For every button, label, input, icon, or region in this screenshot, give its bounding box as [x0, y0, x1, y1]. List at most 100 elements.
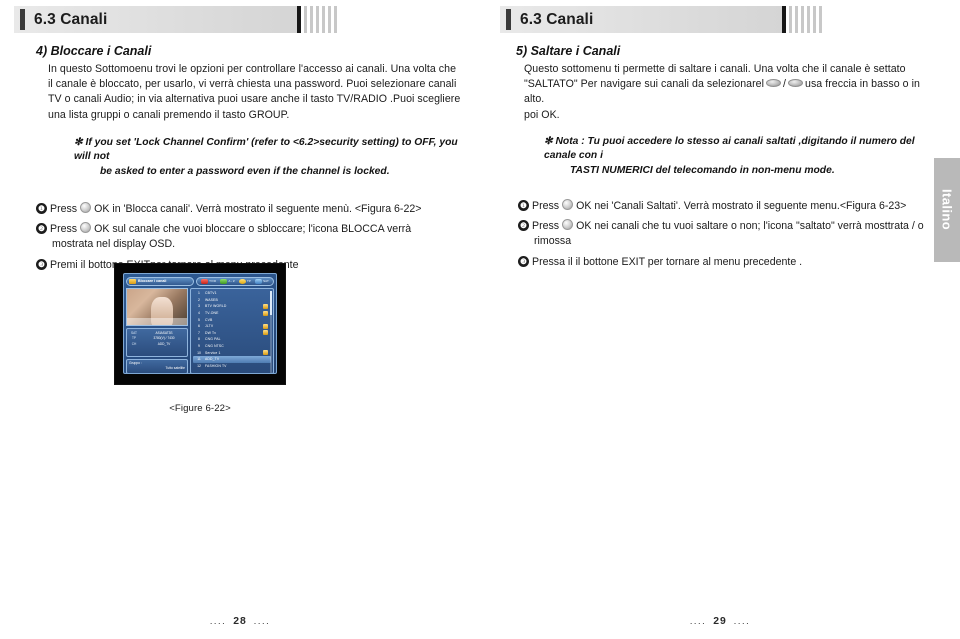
- channel-number: 8: [198, 337, 200, 342]
- channel-name: ADD_TV: [205, 357, 220, 362]
- channel-row[interactable]: 5 CVB: [193, 316, 271, 323]
- manual-page-spread: 6.3 Canali 4) Bloccare i Canali In quest…: [0, 0, 960, 639]
- header-accent-bar: [506, 9, 511, 30]
- lock-icon: [263, 357, 268, 362]
- green-key-icon: [220, 278, 228, 284]
- step-1-pre: Press: [50, 202, 78, 215]
- blue-key-icon: [255, 278, 263, 284]
- footer-dots-left: ....: [209, 616, 227, 626]
- channel-row[interactable]: 7 DW Tv: [193, 330, 271, 337]
- right-step-list: ❶ Press OK nei 'Canali Saltati'. Verrà mos…: [518, 198, 940, 271]
- step-2-continuation: mostrata nel display OSD.: [52, 238, 176, 251]
- left-note-line1: ✻ If you set 'Lock Channel Confirm' (ref…: [74, 136, 458, 163]
- channel-name: CBTV1: [205, 291, 217, 296]
- step-number-2: ❷: [518, 220, 529, 231]
- channel-name: BTV WORLD: [205, 304, 227, 309]
- channel-number: 2: [198, 297, 200, 302]
- channel-number: 3: [198, 304, 200, 309]
- channel-number: 12: [197, 363, 201, 368]
- lock-icon: [263, 323, 268, 329]
- step-1-text: OK nei 'Canali Saltati'. Verrà mostrato …: [576, 199, 907, 212]
- info-value-ch: ADD_TV: [157, 341, 171, 346]
- lock-icon: [263, 310, 268, 316]
- red-key-icon: [201, 278, 209, 284]
- channel-row[interactable]: 8 CNG PAL: [193, 336, 271, 343]
- step-1-text: OK in 'Blocca canali'. Verrà mostrato il…: [94, 202, 422, 215]
- left-header-stripe-pattern: [297, 6, 340, 33]
- channel-row[interactable]: 4 TV-ONE: [193, 310, 271, 317]
- lock-icon: [263, 344, 268, 349]
- step-number-1: ❶: [36, 202, 47, 214]
- right-step-2: ❷ Press OK nei canali che tu vuoi saltare …: [518, 219, 940, 250]
- channel-row[interactable]: 2 WASEB: [193, 297, 271, 304]
- left-osd-title: Bloccare i canali: [126, 276, 194, 286]
- right-body: 5) Saltare i Canali Questo sottomenu ti …: [480, 44, 960, 270]
- channel-name: CNG PAL: [205, 337, 221, 342]
- right-note-line1: ✻ Nota : Tu puoi accedere lo stesso ai c…: [544, 135, 915, 162]
- yellow-key-icon: [239, 278, 246, 284]
- step-number-3: ❸: [36, 258, 47, 270]
- left-osd-title-text: Bloccare i canali: [138, 279, 167, 283]
- left-note: ✻ If you set 'Lock Channel Confirm' (ref…: [74, 136, 462, 180]
- channel-row[interactable]: 3 BTV WORLD: [193, 303, 271, 310]
- left-video-preview: [126, 288, 188, 326]
- channel-number: 7: [198, 330, 200, 335]
- ok-button-icon: [80, 222, 92, 233]
- right-note: ✻ Nota : Tu puoi accedere lo stesso ai c…: [544, 135, 940, 179]
- step-2-pre: Press: [532, 220, 560, 232]
- footer-dots-right: ....: [253, 616, 271, 626]
- left-channel-list[interactable]: 1 CBTV1 2 WASEB 3 BTV WORLD 4 TV-ONE 5 CVB 6J…: [190, 288, 274, 373]
- lock-icon: [263, 350, 268, 356]
- left-page: 6.3 Canali 4) Bloccare i Canali In quest…: [0, 0, 480, 639]
- right-page-header: 6.3 Canali: [500, 6, 825, 33]
- left-note-line2: be asked to enter a password even if the…: [100, 166, 390, 177]
- channel-number: 5: [198, 317, 200, 322]
- ok-button-icon: [562, 219, 574, 230]
- channel-row[interactable]: 12 FASHION TV: [193, 363, 271, 370]
- right-section-title: 5) Saltare i Canali: [516, 44, 621, 58]
- left-step-2: ❷ Press OK sul canale che vuoi bloccare o …: [36, 222, 462, 253]
- left-page-footer: .... 28....: [0, 615, 480, 627]
- right-para-part4: poi OK.: [524, 108, 560, 121]
- footer-dots-left: ....: [689, 616, 707, 626]
- right-note-line2: TASTI NUMERICI del telecomando in non-me…: [570, 165, 835, 176]
- left-body: 4) Bloccare i Canali In questo Sottomoen…: [0, 44, 480, 273]
- red-key-label: TV/R: [209, 279, 216, 283]
- channel-row[interactable]: 9 CNG NTSC: [193, 343, 271, 350]
- left-page-number: 28: [233, 616, 247, 627]
- channel-list-scrollbar[interactable]: [270, 291, 272, 373]
- step-number-2: ❷: [36, 223, 47, 234]
- left-osd-sidepanel: SAT TP CH ASIASAT3S 3780(V) / 7430 ADD_T…: [126, 288, 188, 373]
- right-paragraph: Questo sottomenu ti permette di saltare …: [524, 62, 940, 123]
- step-number-3: ❸: [518, 255, 529, 267]
- blue-key-label: SAT: [263, 279, 269, 283]
- group-value: Tutto satellite: [165, 366, 186, 371]
- group-label: Gruppo :: [129, 360, 142, 365]
- left-header-title: 6.3 Canali: [34, 10, 108, 28]
- channel-name: JLTV: [205, 324, 214, 329]
- info-label-ch: CH: [131, 341, 137, 346]
- down-arrow-button-icon: [766, 79, 782, 88]
- ok-button-icon: [562, 198, 574, 210]
- lock-icon: [263, 330, 268, 336]
- channel-row[interactable]: 10 Service 1: [193, 349, 271, 356]
- left-osd-screen: Bloccare i canali TV/R A - Z TP SAT SAT …: [123, 273, 277, 374]
- left-figure-caption: <Figure 6-22>: [169, 403, 231, 414]
- channel-row[interactable]: 1 CBTV1: [193, 290, 271, 297]
- menu-icon: [129, 278, 136, 284]
- step-2-pre: Press: [50, 223, 78, 235]
- channel-number: 10: [197, 350, 201, 355]
- channel-row-selected[interactable]: 11 ADD_TV: [193, 355, 271, 363]
- left-step-1: ❶ Press OK in 'Blocca canali'. Verrà mostr…: [36, 201, 462, 217]
- left-group-panel: Gruppo : Tutto satellite: [126, 358, 188, 373]
- channel-row[interactable]: 6 JLTV: [193, 323, 271, 330]
- step-number-1: ❶: [518, 199, 529, 211]
- channel-name: DW Tv: [205, 330, 217, 335]
- lock-icon: [263, 297, 268, 302]
- step-2-text: OK nei canali che tu vuoi saltare o non;…: [576, 220, 924, 232]
- lock-icon: [263, 337, 268, 342]
- footer-dots-right: ....: [733, 616, 751, 626]
- left-osd-main: SAT TP CH ASIASAT3S 3780(V) / 7430 ADD_T…: [126, 288, 274, 373]
- step-2-text: OK sul canale che vuoi bloccare o sblocc…: [94, 223, 412, 235]
- lock-icon: [263, 291, 268, 296]
